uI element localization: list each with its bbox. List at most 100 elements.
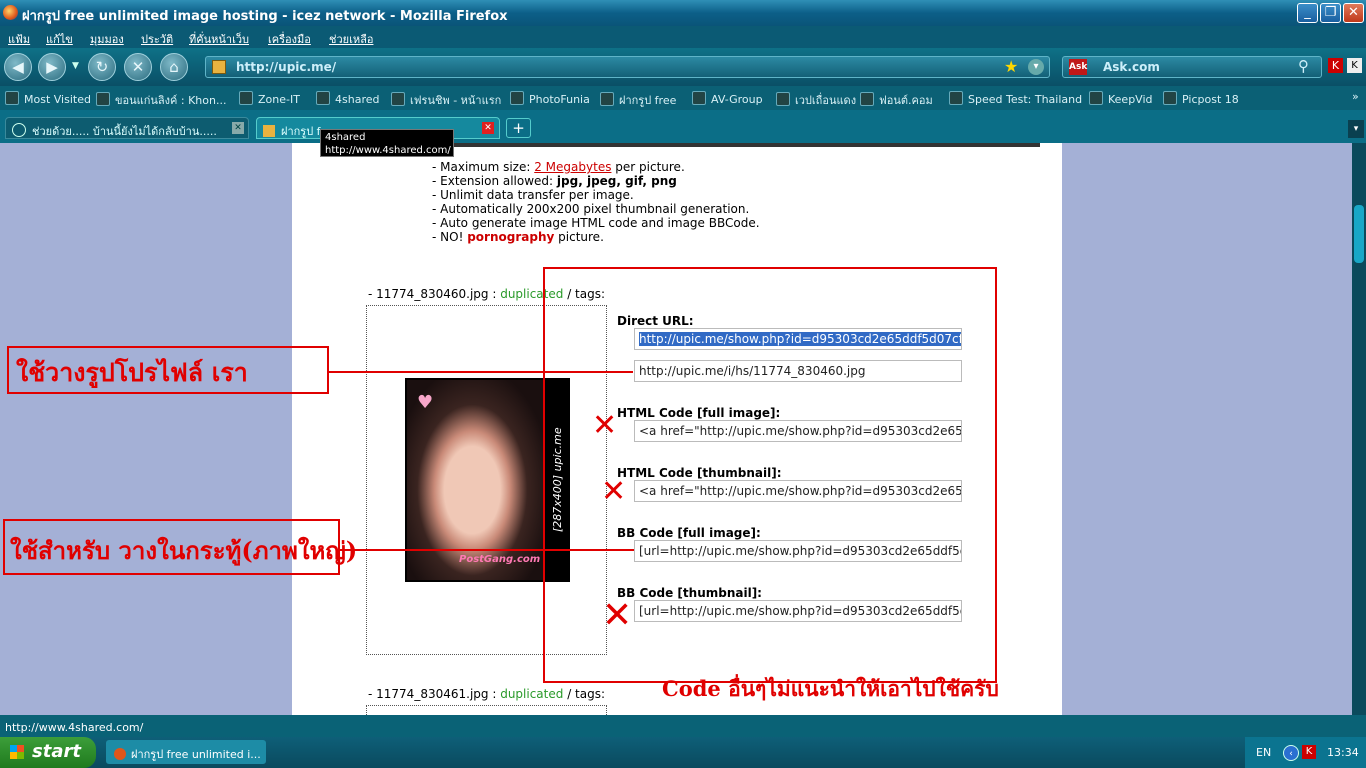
tab-close-icon[interactable]: ✕ <box>232 122 244 134</box>
menu-edit[interactable]: แก้ไข <box>46 30 73 48</box>
home-button[interactable]: ⌂ <box>160 53 188 81</box>
scrollbar-thumb[interactable] <box>1354 205 1364 263</box>
bookmark-upic[interactable]: ฝากรูป free <box>600 91 676 109</box>
bookmark-label: Speed Test: Thailand <box>968 93 1083 106</box>
rule-text: per picture. <box>615 160 685 174</box>
menu-bar: แฟ้ม แก้ไข มุมมอง ประวัติ ที่คั่นหน้าเว็… <box>0 26 1366 48</box>
ask-logo-icon: Ask <box>1069 59 1087 75</box>
url-dropdown-icon[interactable]: ▾ <box>1028 59 1044 75</box>
back-button[interactable]: ◀ <box>4 53 32 81</box>
bookmark-pf-icon <box>510 91 524 105</box>
tooltip-title: 4shared <box>325 132 366 143</box>
vertical-scrollbar[interactable] <box>1352 143 1366 715</box>
rule-text: picture. <box>558 230 604 244</box>
bookmark-label: ฝากรูป free <box>619 94 677 107</box>
rule-text: - Maximum size: <box>432 160 531 174</box>
bookmark-most-visited[interactable]: Most Visited <box>5 91 91 106</box>
rule-auto-code: - Auto generate image HTML code and imag… <box>432 216 760 230</box>
annotation-connector <box>340 549 634 551</box>
bookmark-khonkaen[interactable]: ขอนแก่นลิงค์ : Khon... <box>96 91 226 109</box>
image-filename: - 11774_830460.jpg : <box>368 287 497 301</box>
search-bar[interactable]: Ask Ask.com ⚲ <box>1062 56 1322 78</box>
bookmark-star-icon[interactable]: ★ <box>1004 57 1018 76</box>
taskbar: start ฝากรูป free unlimited i... EN ‹ K … <box>0 737 1366 768</box>
bookmark-k-icon <box>96 92 110 106</box>
bookmark-friendship[interactable]: เฟรนชิพ - หน้าแรก <box>391 91 501 109</box>
window-title: ฝากรูป free unlimited image hosting - ic… <box>22 9 508 24</box>
minimize-button[interactable]: _ <box>1297 3 1318 23</box>
bookmarks-toolbar: Most Visited ขอนแก่นลิงค์ : Khon... Zone… <box>0 86 1366 110</box>
bookmark-label: Most Visited <box>24 93 91 106</box>
page-viewport: - Maximum size: 2 Megabytes per picture.… <box>0 143 1352 715</box>
annotation-post: ใช้สำหรับ วางในกระทู้(ภาพใหญ่) <box>10 536 358 565</box>
menu-history[interactable]: ประวัติ <box>141 30 173 48</box>
max-size-link[interactable]: 2 Megabytes <box>534 160 611 174</box>
bookmark-label: AV-Group <box>711 93 763 106</box>
clock: 13:34 <box>1327 746 1359 759</box>
rule-max-size: - Maximum size: 2 Megabytes per picture. <box>432 160 685 174</box>
url-text[interactable]: http://upic.me/ <box>236 60 336 74</box>
bookmark-folder-icon <box>5 91 19 105</box>
bookmark-label: Zone-IT <box>258 93 300 106</box>
forward-button[interactable]: ▶ <box>38 53 66 81</box>
tab-upic-icon <box>263 125 275 137</box>
history-dropdown-icon[interactable]: ▼ <box>72 61 79 71</box>
stop-button[interactable]: ✕ <box>124 53 152 81</box>
bookmark-4shared[interactable]: 4shared <box>316 91 379 106</box>
bookmark-globe-icon <box>949 91 963 105</box>
cross-mark-icon: ✕ <box>592 408 618 443</box>
bookmark-web-red[interactable]: เวปเถื่อนแดง <box>776 91 856 109</box>
bookmark-label: KeepVid <box>1108 93 1153 106</box>
status-text: http://www.4shared.com/ <box>5 721 144 734</box>
bookmark-4-icon <box>316 91 330 105</box>
bookmark-label: เวปเถื่อนแดง <box>795 94 857 107</box>
new-tab-button[interactable]: + <box>506 118 531 138</box>
bookmark-keepvid[interactable]: KeepVid <box>1089 91 1153 106</box>
rule-text: - NO! <box>432 230 464 244</box>
maximize-button[interactable]: ❐ <box>1320 3 1341 23</box>
thumbnail-frame <box>366 705 607 715</box>
start-button[interactable]: start <box>0 737 96 768</box>
close-button[interactable]: ✕ <box>1343 3 1364 23</box>
menu-file[interactable]: แฟ้ม <box>8 30 30 48</box>
addon-k-icon[interactable]: K <box>1347 58 1362 73</box>
bookmark-globe-icon <box>391 92 405 106</box>
bookmarks-overflow-icon[interactable]: » <box>1352 90 1359 103</box>
bookmark-av-group[interactable]: AV-Group <box>692 91 763 106</box>
bookmark-upic-icon <box>600 92 614 106</box>
tab-list-dropdown-icon[interactable]: ▾ <box>1348 120 1364 138</box>
tray-expand-icon[interactable]: ‹ <box>1283 745 1299 761</box>
menu-bookmarks[interactable]: ที่คั่นหน้าเว็บ <box>189 30 249 48</box>
bookmark-font[interactable]: ฟอนต์.คอม <box>860 91 933 109</box>
bookmark-keepvid-icon <box>1089 91 1103 105</box>
bookmark-zone-it[interactable]: Zone-IT <box>239 91 300 106</box>
bookmark-picpost[interactable]: Picpost 18 <box>1163 91 1239 106</box>
tooltip-url: http://www.4shared.com/ <box>325 145 451 156</box>
address-bar[interactable]: http://upic.me/ ★ ▾ <box>205 56 1050 78</box>
rule-warning-word: pornography <box>467 230 555 244</box>
heart-icon: ♥ <box>417 392 434 413</box>
bookmark-photofunia[interactable]: PhotoFunia <box>510 91 590 106</box>
bookmark-label: Picpost 18 <box>1182 93 1239 106</box>
photo-watermark: PostGang.com <box>459 554 541 565</box>
cross-mark-icon: ✕ <box>602 595 633 636</box>
image-filename: - 11774_830461.jpg : <box>368 687 497 701</box>
site-favicon <box>212 60 226 74</box>
rule-ext-value: jpg, jpeg, gif, png <box>556 174 677 188</box>
taskbar-item-firefox[interactable]: ฝากรูป free unlimited i... <box>106 740 266 764</box>
menu-tools[interactable]: เครื่องมือ <box>268 30 311 48</box>
tab-close-icon[interactable]: ✕ <box>482 122 494 134</box>
rule-no-porn: - NO! pornography picture. <box>432 230 604 244</box>
tray-app-icon[interactable]: K <box>1302 745 1316 759</box>
language-indicator[interactable]: EN <box>1256 746 1271 759</box>
menu-view[interactable]: มุมมอง <box>90 30 124 48</box>
firefox-icon <box>114 748 126 760</box>
menu-help[interactable]: ช่วยเหลือ <box>329 30 373 48</box>
addon-icon[interactable]: K <box>1328 58 1343 73</box>
cross-mark-icon: ✕ <box>601 474 627 509</box>
search-icon[interactable]: ⚲ <box>1298 57 1309 75</box>
tab-inactive[interactable]: ช่วยด้วย..... บ้านนี้ยังไม่ได้กลับบ้าน..… <box>5 117 249 139</box>
bookmark-z-icon <box>239 91 253 105</box>
reload-button[interactable]: ↻ <box>88 53 116 81</box>
bookmark-speedtest[interactable]: Speed Test: Thailand <box>949 91 1082 106</box>
